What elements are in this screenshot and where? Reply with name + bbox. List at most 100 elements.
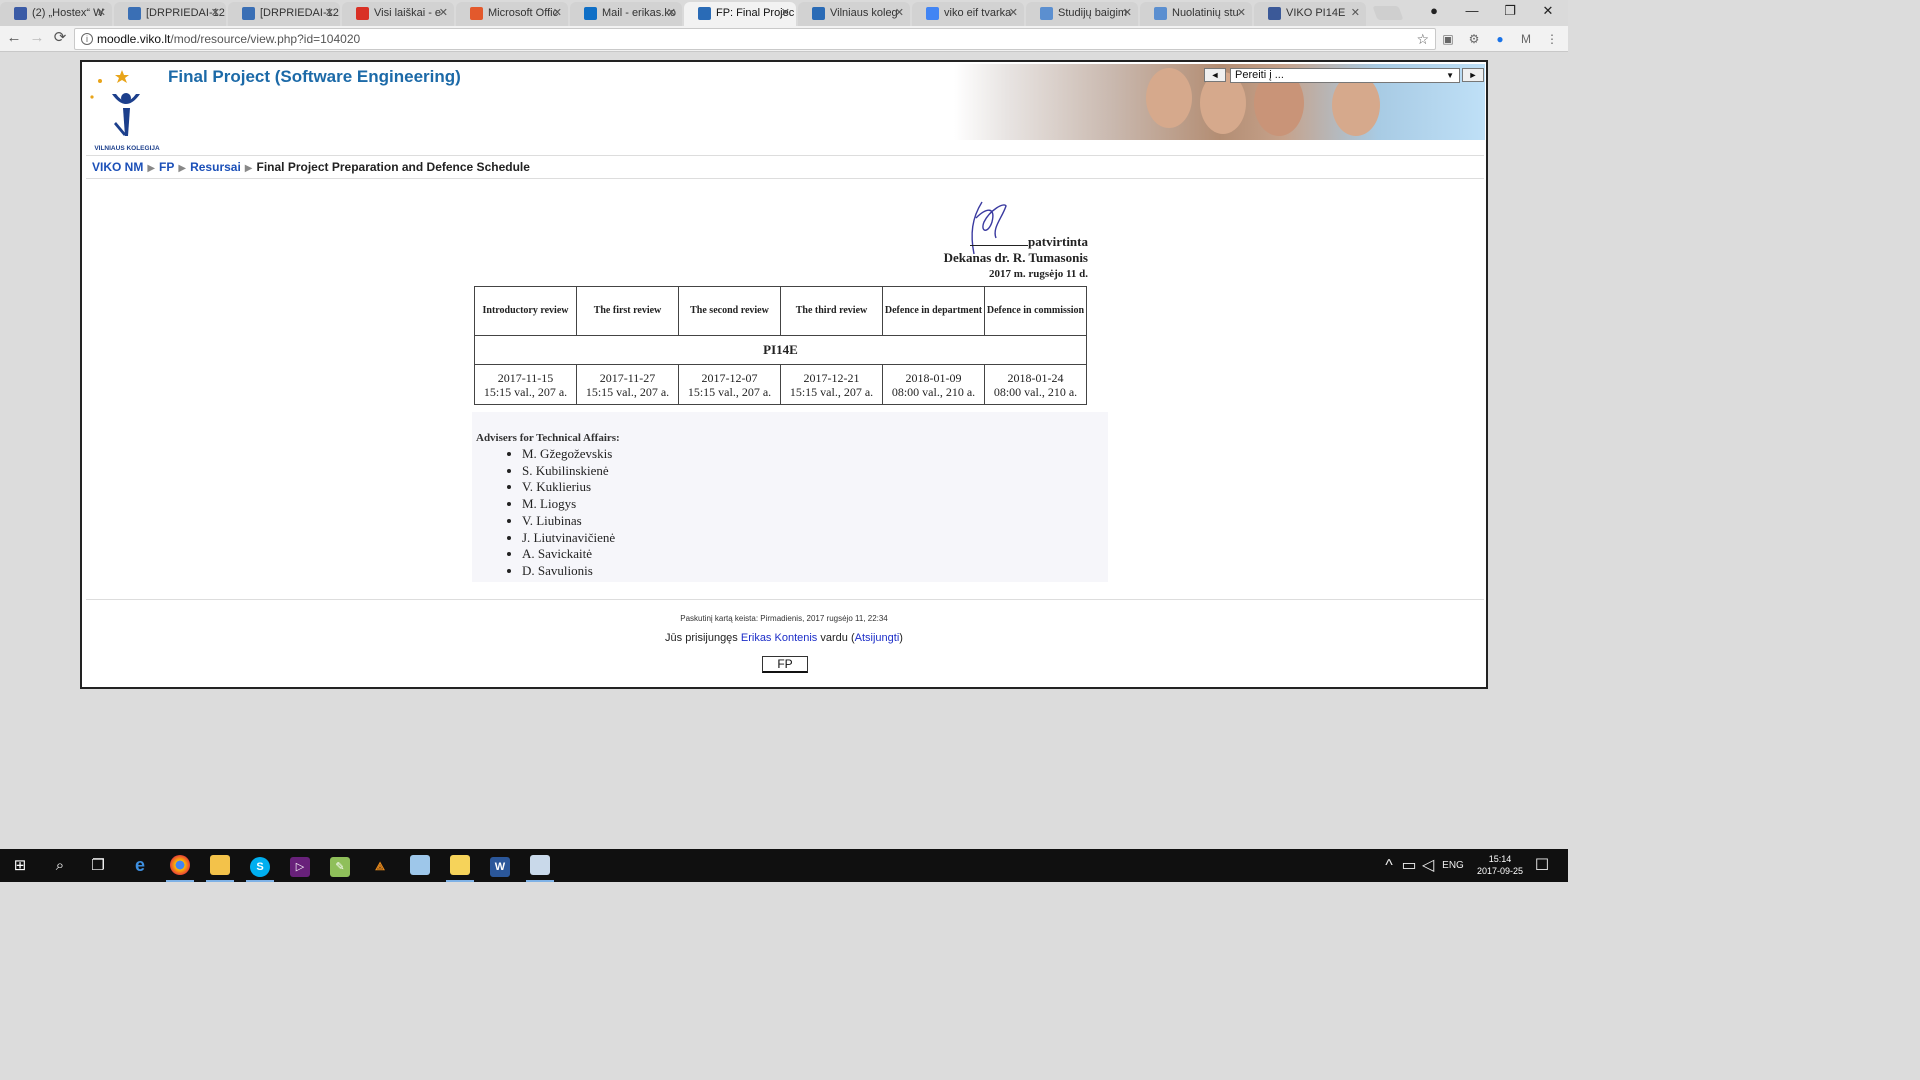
- tab-close-icon[interactable]: ✕: [553, 2, 562, 24]
- task-view-icon[interactable]: ❐: [78, 849, 118, 882]
- browser-tab[interactable]: VIKO PI14E ✕: [1254, 2, 1366, 26]
- breadcrumb-link-resources[interactable]: Resursai: [190, 160, 241, 174]
- schedule-date: 2018-01-09: [905, 370, 962, 385]
- chrome-icon[interactable]: [160, 849, 200, 882]
- extension-m-icon[interactable]: M: [1518, 31, 1534, 47]
- tab-title: Visi laiškai - e: [374, 7, 442, 19]
- tab-close-icon[interactable]: ✕: [1123, 2, 1132, 24]
- extension-sync-icon[interactable]: ●: [1492, 31, 1508, 47]
- reload-button[interactable]: ⟳: [50, 29, 70, 49]
- vilniaus-kolegija-logo: VILNIAUS KOLEGIJA: [90, 70, 160, 152]
- tab-close-icon[interactable]: ✕: [211, 2, 220, 24]
- schedule-date: 2017-11-15: [497, 370, 554, 385]
- tab-close-icon[interactable]: ✕: [1351, 2, 1360, 24]
- schedule-cell: 2017-11-15 15:15 val., 207 a.: [474, 364, 577, 405]
- file-explorer-icon[interactable]: [200, 849, 240, 882]
- close-window-button[interactable]: ✕: [1529, 0, 1567, 24]
- tool-app-icon[interactable]: [400, 849, 440, 882]
- back-button[interactable]: ←: [4, 29, 24, 49]
- browser-tab[interactable]: Studijų baigim ✕: [1026, 2, 1138, 26]
- tab-title: Vilniaus koleg: [830, 7, 898, 19]
- minimize-button[interactable]: —: [1453, 0, 1491, 24]
- tab-close-icon[interactable]: ✕: [667, 2, 676, 24]
- jump-to-select[interactable]: Pereiti į ... ▼: [1230, 68, 1460, 83]
- browser-tab[interactable]: Nuolatinių stu ✕: [1140, 2, 1252, 26]
- edge-icon[interactable]: e: [120, 849, 160, 882]
- browser-tab[interactable]: viko eif tvarka ✕: [912, 2, 1024, 26]
- column-header: The third review: [780, 286, 883, 336]
- schedule-time: 15:15 val., 207 a.: [483, 384, 568, 399]
- browser-tab[interactable]: Visi laiškai - e ✕: [342, 2, 454, 26]
- course-home-button[interactable]: FP: [762, 656, 808, 673]
- browser-tab[interactable]: Mail - erikas.ko ✕: [570, 2, 682, 26]
- profile-icon[interactable]: ●: [1415, 0, 1453, 24]
- schedule-time: 15:15 val., 207 a.: [789, 384, 874, 399]
- browser-tab[interactable]: (2) „Hostex“ W ✕: [0, 2, 112, 26]
- browser-tab[interactable]: Microsoft Offic ✕: [456, 2, 568, 26]
- approval-date: 2017 m. rugsėjo 11 d.: [989, 268, 1088, 280]
- explorer-icon[interactable]: [520, 849, 560, 882]
- volume-icon[interactable]: ◁: [1420, 849, 1436, 882]
- resource-content: patvirtinta Dekanas dr. R. Tumasonis 201…: [86, 180, 1484, 600]
- bug-icon: [128, 7, 141, 20]
- group-name: PI14E: [474, 335, 1087, 365]
- extension-puzzle-icon[interactable]: ⚙: [1466, 31, 1482, 47]
- breadcrumb-link-course[interactable]: FP: [159, 160, 174, 174]
- adviser-item: V. Kuklierius: [522, 479, 620, 496]
- skype-icon[interactable]: S: [240, 849, 280, 882]
- schedule-cell: 2017-12-07 15:15 val., 207 a.: [678, 364, 781, 405]
- advisers-title: Advisers for Technical Affairs:: [476, 432, 620, 444]
- paint-app-icon[interactable]: [440, 849, 480, 882]
- jump-previous-button[interactable]: ◄: [1204, 68, 1226, 82]
- tab-close-icon[interactable]: ✕: [1237, 2, 1246, 24]
- tab-close-icon[interactable]: ✕: [97, 2, 106, 24]
- chevron-down-icon: ▼: [1446, 71, 1454, 80]
- gmail-icon: [356, 7, 369, 20]
- extension-lock-icon[interactable]: ▣: [1440, 31, 1456, 47]
- logout-link[interactable]: Atsijungti: [855, 632, 900, 644]
- bookmark-star-icon[interactable]: ☆: [1416, 29, 1429, 49]
- advisers-list: M. Gžegoževskis S. Kubilinskienė V. Kukl…: [476, 446, 620, 580]
- browser-tab[interactable]: FP: Final Projec ✕: [684, 2, 796, 26]
- search-icon[interactable]: ⌕: [40, 849, 80, 882]
- office-icon: [470, 7, 483, 20]
- visual-studio-icon[interactable]: ▷: [280, 849, 320, 882]
- notepad-icon[interactable]: ✎: [320, 849, 360, 882]
- approval-block: patvirtinta Dekanas dr. R. Tumasonis 201…: [944, 234, 1088, 282]
- draw-app-icon[interactable]: ⟁: [360, 849, 400, 882]
- network-icon[interactable]: ▭: [1400, 849, 1418, 882]
- clock[interactable]: 15:14 2017-09-25: [1472, 853, 1528, 877]
- jump-next-button[interactable]: ►: [1462, 68, 1484, 82]
- word-icon[interactable]: W: [480, 849, 520, 882]
- facebook-icon: [1268, 7, 1281, 20]
- group-row: PI14E: [474, 335, 1087, 365]
- tray-chevron-up-icon[interactable]: ^: [1382, 849, 1396, 882]
- schedule-table: Introductory review The first review The…: [474, 286, 1087, 405]
- language-indicator[interactable]: ENG: [1440, 849, 1466, 882]
- browser-tab[interactable]: [DRPRIEDAI-12 ✕: [114, 2, 226, 26]
- start-button[interactable]: ⊞: [0, 849, 40, 882]
- site-info-icon[interactable]: i: [81, 33, 93, 45]
- bug-icon: [242, 7, 255, 20]
- schedule-time: 15:15 val., 207 a.: [687, 384, 772, 399]
- tab-close-icon[interactable]: ✕: [781, 2, 790, 24]
- tab-close-icon[interactable]: ✕: [439, 2, 448, 24]
- scanned-schedule-document: patvirtinta Dekanas dr. R. Tumasonis 201…: [472, 188, 1108, 582]
- tab-title: Mail - erikas.ko: [602, 7, 676, 19]
- new-tab-button[interactable]: [1372, 6, 1404, 20]
- browser-tab[interactable]: Vilniaus koleg ✕: [798, 2, 910, 26]
- address-bar[interactable]: i moodle.viko.lt/mod/resource/view.php?i…: [74, 28, 1436, 50]
- breadcrumb-link-viko[interactable]: VIKO NM: [92, 160, 143, 174]
- restore-button[interactable]: ❐: [1491, 0, 1529, 24]
- notifications-icon[interactable]: ☐: [1532, 849, 1552, 882]
- tab-close-icon[interactable]: ✕: [325, 2, 334, 24]
- menu-icon[interactable]: ⋮: [1544, 31, 1560, 47]
- tab-title: VIKO PI14E: [1286, 7, 1346, 19]
- user-profile-link[interactable]: Erikas Kontenis: [741, 632, 817, 644]
- schedule-cell: 2017-11-27 15:15 val., 207 a.: [576, 364, 679, 405]
- tab-close-icon[interactable]: ✕: [1009, 2, 1018, 24]
- tab-close-icon[interactable]: ✕: [895, 2, 904, 24]
- browser-tab[interactable]: [DRPRIEDAI-12 ✕: [228, 2, 340, 26]
- breadcrumb-current: Final Project Preparation and Defence Sc…: [256, 160, 530, 174]
- forward-button[interactable]: →: [27, 29, 47, 49]
